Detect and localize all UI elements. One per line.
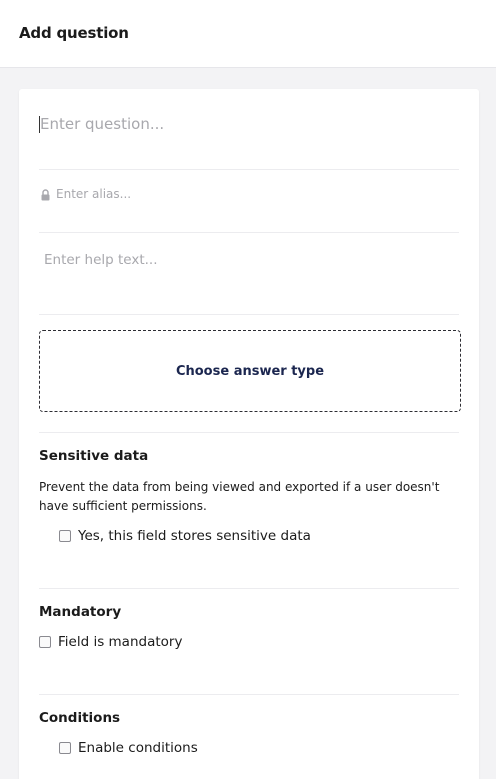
divider: [39, 694, 459, 695]
enable-conditions-checkbox[interactable]: [59, 742, 71, 754]
question-form-card: Choose answer type Sensitive data Preven…: [19, 89, 479, 779]
question-input[interactable]: [39, 111, 439, 137]
page-title: Add question: [19, 24, 129, 42]
divider: [39, 232, 459, 233]
sensitive-data-option[interactable]: Yes, this field stores sensitive data: [59, 528, 311, 544]
conditions-option[interactable]: Enable conditions: [59, 740, 198, 756]
help-text-input[interactable]: [44, 249, 444, 271]
page-header: Add question: [0, 0, 496, 68]
conditions-title: Conditions: [39, 710, 121, 726]
sensitive-data-description: Prevent the data from being viewed and e…: [39, 480, 440, 513]
text-caret: [39, 116, 40, 133]
mandatory-checkbox-label[interactable]: Field is mandatory: [58, 634, 182, 650]
choose-answer-type-button[interactable]: Choose answer type: [39, 330, 461, 412]
sensitive-data-checkbox[interactable]: [59, 530, 71, 542]
divider: [39, 588, 459, 589]
divider: [39, 314, 459, 315]
sensitive-data-title: Sensitive data: [39, 448, 149, 464]
mandatory-title: Mandatory: [39, 604, 122, 620]
alias-row: [41, 185, 256, 203]
enable-conditions-checkbox-label[interactable]: Enable conditions: [78, 740, 198, 756]
mandatory-checkbox[interactable]: [39, 636, 51, 648]
lock-icon: [41, 188, 50, 201]
mandatory-option[interactable]: Field is mandatory: [39, 634, 182, 650]
divider: [39, 432, 459, 433]
divider: [39, 169, 459, 170]
sensitive-data-checkbox-label[interactable]: Yes, this field stores sensitive data: [78, 528, 311, 544]
answer-type-label: Choose answer type: [175, 363, 325, 379]
alias-input[interactable]: [56, 187, 256, 201]
